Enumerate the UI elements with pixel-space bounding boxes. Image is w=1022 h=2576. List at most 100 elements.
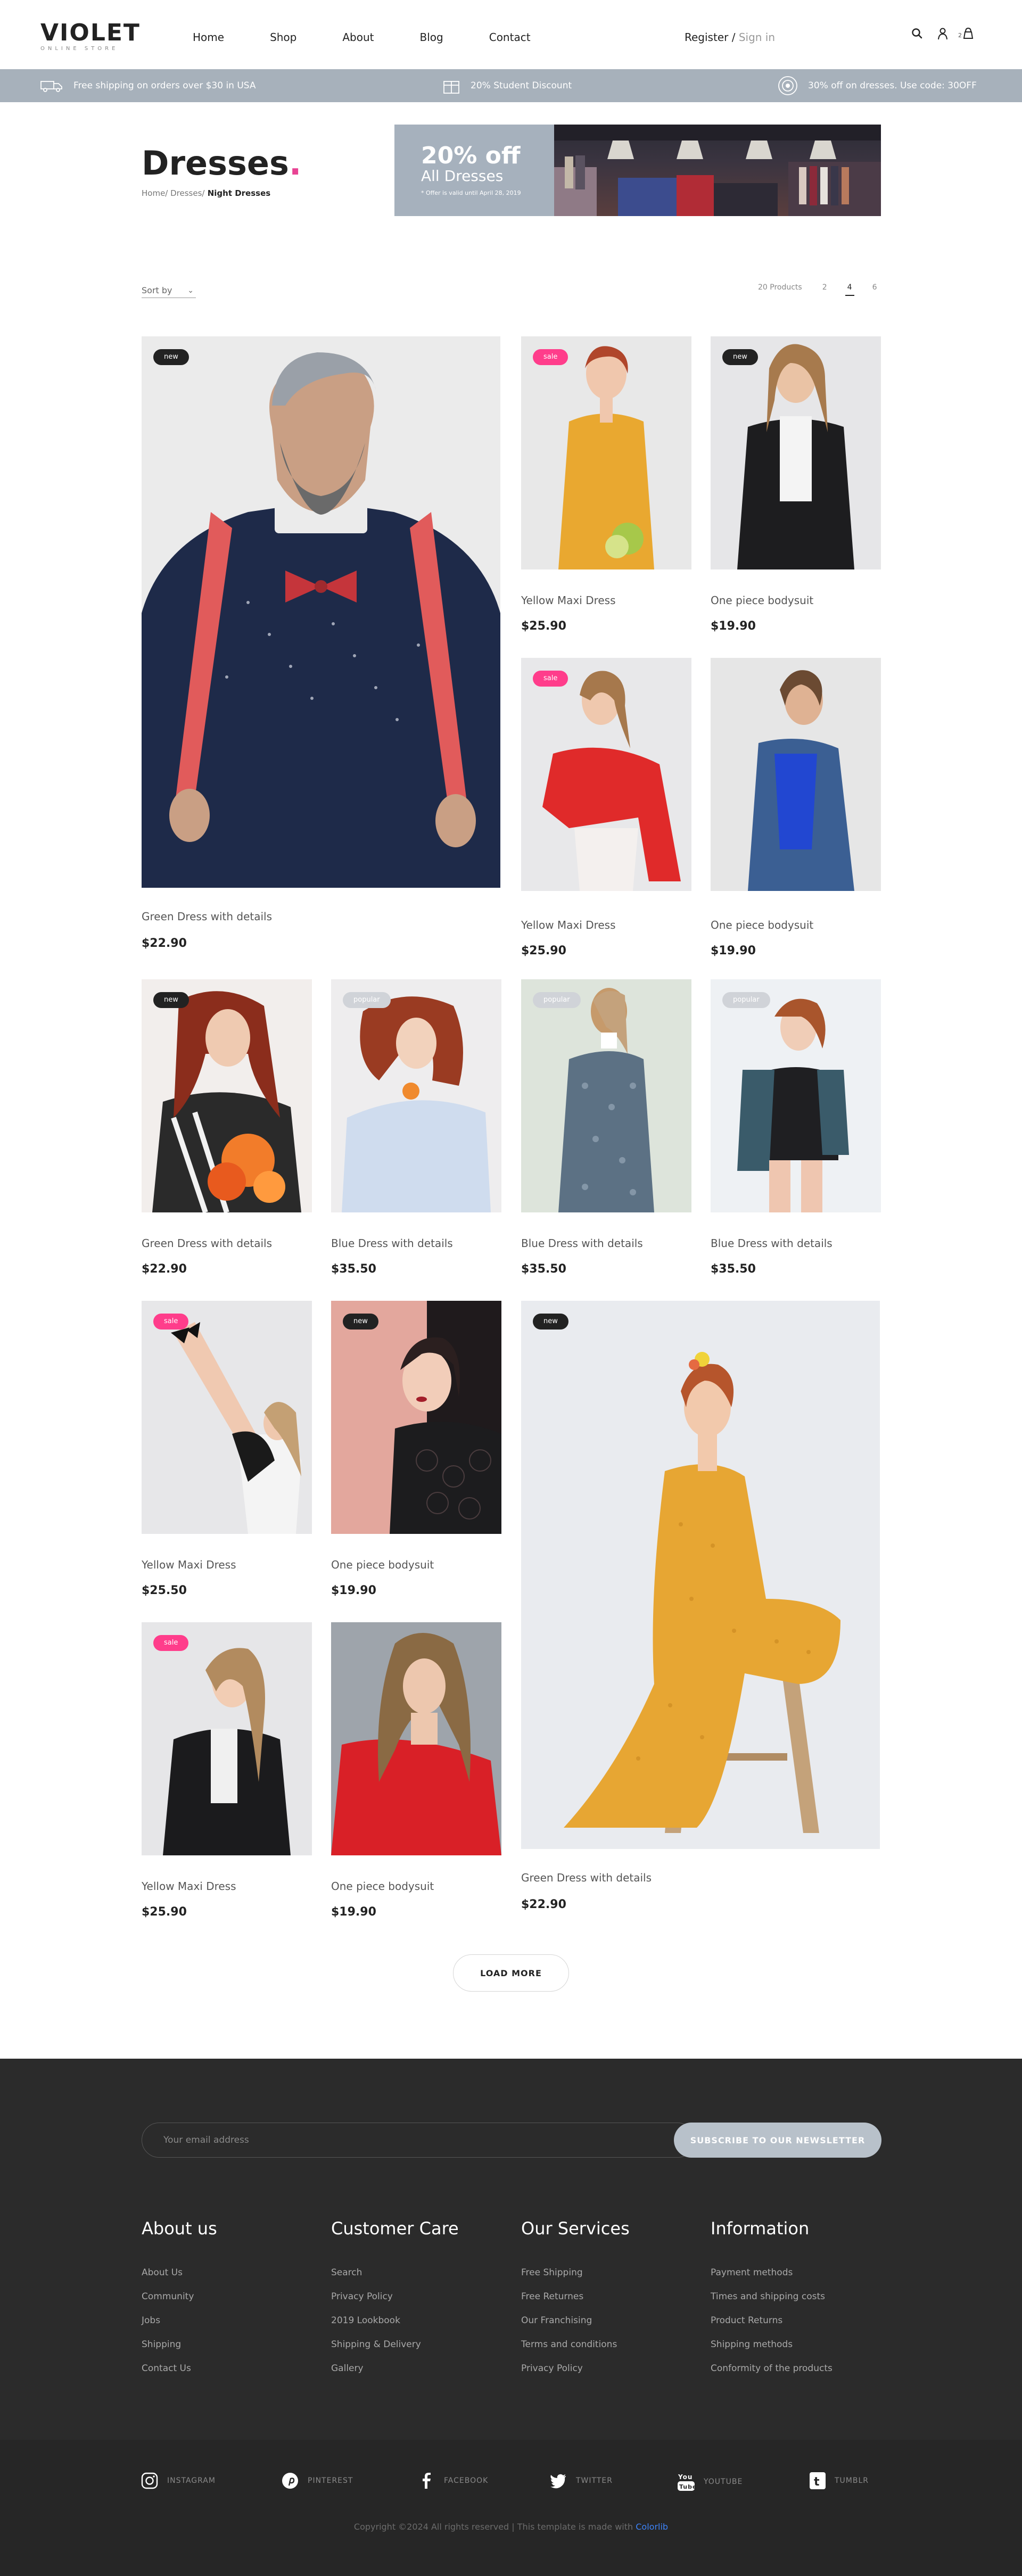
footer-link[interactable]: Shipping: [142, 2339, 312, 2363]
product-card[interactable]: new Green Dress with details $22.90: [142, 336, 500, 954]
footer-link[interactable]: Jobs: [142, 2315, 312, 2339]
footer-link[interactable]: Conformity of the products: [711, 2363, 881, 2387]
product-image[interactable]: new: [711, 336, 881, 569]
promo-banner[interactable]: 20% off All Dresses * Offer is valid unt…: [394, 125, 881, 216]
footer-link[interactable]: Terms and conditions: [521, 2339, 691, 2363]
bag-icon[interactable]: 2: [958, 27, 975, 40]
footer-link[interactable]: Our Franchising: [521, 2315, 691, 2339]
social-tumblr[interactable]: t TUMBLR: [809, 2472, 869, 2490]
footer-link[interactable]: Search: [331, 2267, 501, 2291]
promo-student-text: 20% Student Discount: [471, 80, 572, 91]
product-count: 20 Products: [758, 283, 802, 292]
footer-link[interactable]: Shipping & Delivery: [331, 2339, 501, 2363]
product-image[interactable]: [711, 658, 881, 891]
social-instagram[interactable]: INSTAGRAM: [141, 2472, 216, 2490]
footer-link[interactable]: Product Returns: [711, 2315, 881, 2339]
product-name[interactable]: Blue Dress with details: [521, 1237, 643, 1250]
footer-link[interactable]: Privacy Policy: [331, 2291, 501, 2315]
footer-link[interactable]: Contact Us: [142, 2363, 312, 2387]
product-card[interactable]: new Green Dress with details $22.90: [521, 1301, 880, 1918]
product-name[interactable]: One piece bodysuit: [331, 1558, 434, 1571]
product-name[interactable]: Green Dress with details: [142, 1237, 272, 1250]
newsletter-email-input[interactable]: [142, 2123, 695, 2158]
product-name[interactable]: Yellow Maxi Dress: [142, 1558, 236, 1571]
product-tag: popular: [722, 992, 770, 1008]
footer-link[interactable]: Privacy Policy: [521, 2363, 691, 2387]
breadcrumb-dresses[interactable]: Dresses/: [168, 188, 204, 198]
product-name[interactable]: Blue Dress with details: [711, 1237, 833, 1250]
product-image[interactable]: popular: [521, 979, 691, 1212]
social-pinterest[interactable]: PINTEREST: [281, 2472, 353, 2490]
product-image[interactable]: popular: [331, 979, 501, 1212]
product-name[interactable]: Yellow Maxi Dress: [521, 594, 616, 607]
product-image[interactable]: new: [142, 336, 500, 888]
sign-in-link[interactable]: Sign in: [739, 31, 775, 44]
subscribe-button[interactable]: SUBSCRIBE TO OUR NEWSLETTER: [674, 2123, 881, 2158]
product-image[interactable]: sale: [521, 336, 691, 569]
product-image[interactable]: [331, 1622, 501, 1855]
product-image[interactable]: new: [331, 1301, 501, 1534]
product-image[interactable]: popular: [711, 979, 881, 1212]
product-card[interactable]: popular Blue Dress with details $35.50: [331, 979, 501, 1283]
product-card[interactable]: popular Blue Dress with details $35.50: [711, 979, 881, 1283]
product-image[interactable]: sale: [142, 1301, 312, 1534]
product-card[interactable]: new One piece bodysuit $19.90: [711, 336, 881, 640]
social-facebook[interactable]: FACEBOOK: [417, 2472, 488, 2490]
footer-link[interactable]: Gallery: [331, 2363, 501, 2387]
product-name[interactable]: One piece bodysuit: [331, 1880, 434, 1893]
page-link-6[interactable]: 6: [872, 283, 877, 292]
colorlib-link[interactable]: Colorlib: [636, 2522, 668, 2532]
product-image[interactable]: sale: [521, 658, 691, 891]
nav-about[interactable]: About: [342, 31, 374, 44]
product-card[interactable]: new Green Dress with details $22.90: [142, 979, 312, 1283]
product-card[interactable]: new One piece bodysuit $19.90: [331, 1301, 501, 1604]
product-name[interactable]: Blue Dress with details: [331, 1237, 453, 1250]
product-card[interactable]: popular Blue Dress with details $35.50: [521, 979, 691, 1283]
cart-count: 2: [958, 32, 962, 39]
product-card[interactable]: One piece bodysuit $19.90: [331, 1622, 501, 1926]
product-image[interactable]: new: [521, 1301, 880, 1849]
product-card[interactable]: sale Yellow Maxi Dress $25.90: [142, 1622, 312, 1926]
product-name[interactable]: One piece bodysuit: [711, 594, 813, 607]
product-card[interactable]: sale Yellow Maxi Dress $25.90: [521, 336, 691, 640]
footer-link[interactable]: 2019 Lookbook: [331, 2315, 501, 2339]
load-more-button[interactable]: LOAD MORE: [453, 1954, 569, 1992]
user-icon[interactable]: [936, 27, 950, 40]
nav-shop[interactable]: Shop: [270, 31, 296, 44]
logo-subtitle: ONLINE STORE: [40, 46, 119, 52]
product-name[interactable]: Yellow Maxi Dress: [142, 1880, 236, 1893]
product-name[interactable]: Yellow Maxi Dress: [521, 919, 616, 931]
search-icon[interactable]: [910, 27, 924, 40]
breadcrumb-home[interactable]: Home/: [142, 188, 168, 198]
footer-link[interactable]: Times and shipping costs: [711, 2291, 881, 2315]
product-tag: new: [343, 1314, 378, 1330]
footer-link[interactable]: Free Shipping: [521, 2267, 691, 2291]
footer-link[interactable]: About Us: [142, 2267, 312, 2291]
page-link-4[interactable]: 4: [845, 283, 854, 296]
product-card[interactable]: sale Yellow Maxi Dress $25.90: [521, 658, 691, 961]
product-price: $25.90: [142, 1905, 187, 1919]
product-card[interactable]: sale Yellow Maxi Dress $25.50: [142, 1301, 312, 1604]
product-name[interactable]: One piece bodysuit: [711, 919, 813, 931]
nav-contact[interactable]: Contact: [489, 31, 531, 44]
sort-dropdown[interactable]: Sort by ⌄: [142, 285, 196, 298]
product-image[interactable]: new: [142, 979, 312, 1212]
footer-link[interactable]: Shipping methods: [711, 2339, 881, 2363]
footer-link[interactable]: Community: [142, 2291, 312, 2315]
nav-home[interactable]: Home: [193, 31, 224, 44]
register-link[interactable]: Register: [685, 31, 728, 44]
product-price: $25.50: [142, 1584, 187, 1597]
footer-link[interactable]: Payment methods: [711, 2267, 881, 2291]
social-twitter[interactable]: TWITTER: [549, 2472, 613, 2490]
banner-headline: 20% off: [421, 142, 521, 169]
product-image[interactable]: sale: [142, 1622, 312, 1855]
product-name[interactable]: Green Dress with details: [521, 1871, 652, 1884]
page-link-2[interactable]: 2: [822, 283, 827, 292]
product-card[interactable]: One piece bodysuit $19.90: [711, 658, 881, 961]
nav-blog[interactable]: Blog: [420, 31, 443, 44]
footer-link[interactable]: Free Returnes: [521, 2291, 691, 2315]
product-name[interactable]: Green Dress with details: [142, 910, 272, 923]
logo[interactable]: VIOLET ONLINE STORE: [40, 21, 141, 52]
social-youtube[interactable]: You Tube YOUTUBE: [677, 2472, 743, 2492]
promo-dresses: 30% off on dresses. Use code: 30OFF: [777, 69, 977, 102]
